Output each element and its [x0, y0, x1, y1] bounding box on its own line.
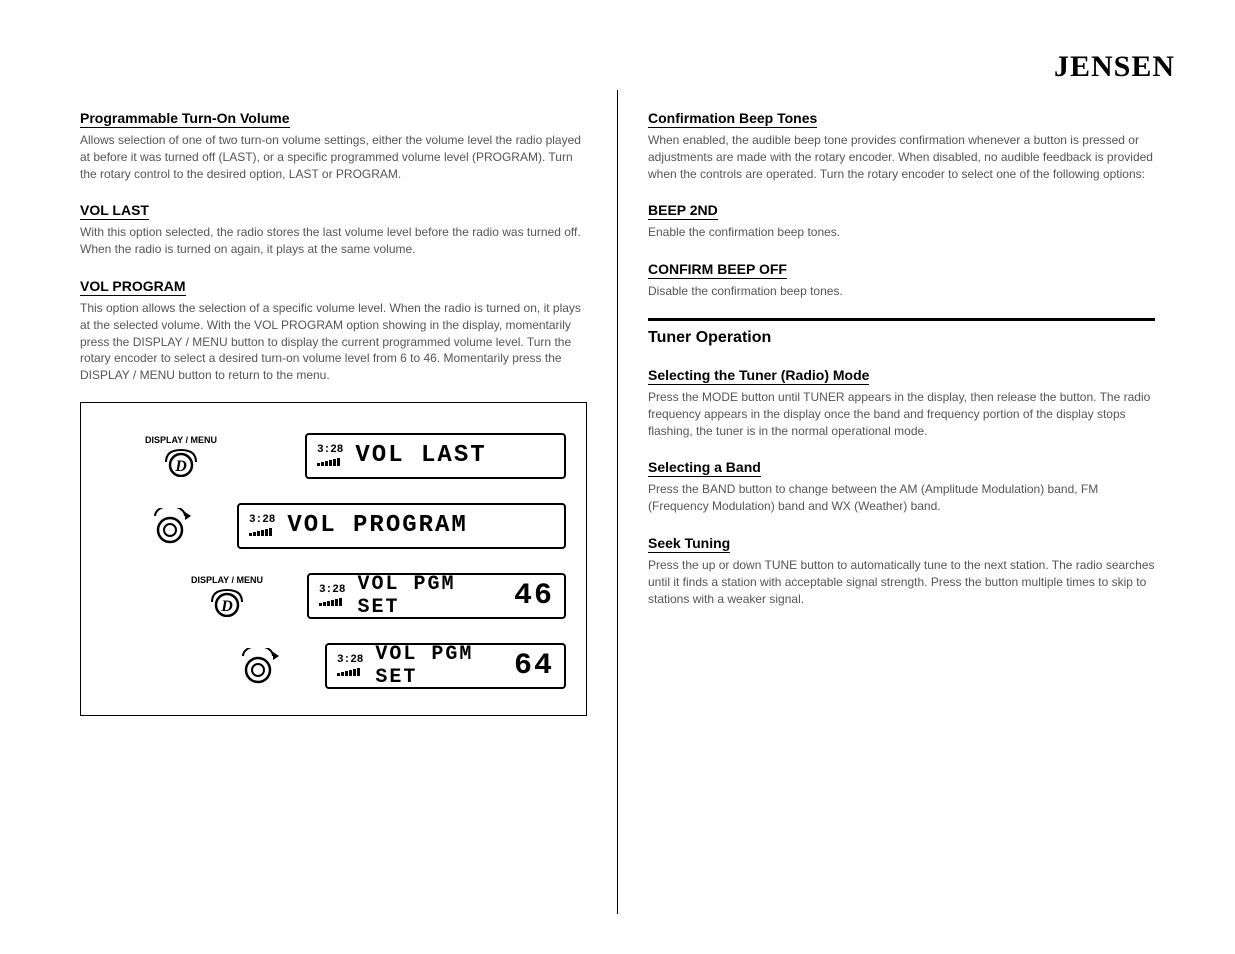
heading-seek-text: Seek Tuning — [648, 535, 730, 553]
arrow-icon — [283, 665, 323, 667]
heading-band: Selecting a Band — [648, 459, 1155, 477]
heading-select-tuner-text: Selecting the Tuner (Radio) Mode — [648, 367, 869, 385]
heading-beep-off: CONFIRM BEEP OFF — [648, 261, 1155, 279]
rotary-knob-icon — [147, 508, 193, 544]
body-beep: When enabled, the audible beep tone prov… — [648, 132, 1155, 182]
body-select-tuner: Press the MODE button until TUNER appear… — [648, 389, 1155, 439]
step-knob-2 — [235, 648, 281, 684]
signal-bars-icon — [337, 668, 360, 676]
brand-logo: JENSEN — [1054, 50, 1175, 84]
heading-beep-text: Confirmation Beep Tones — [648, 110, 817, 128]
heading-turn-on-volume: Programmable Turn-On Volume — [80, 110, 587, 128]
body-beep-off: Disable the confirmation beep tones. — [648, 283, 1155, 300]
d-button-icon: D — [160, 447, 202, 477]
heading-vol-program: VOL PROGRAM — [80, 278, 587, 296]
lcd-display-1: 3:28 VOL LAST — [305, 433, 566, 479]
heading-turn-on-volume-text: Programmable Turn-On Volume — [80, 110, 290, 128]
heading-vol-program-text: VOL PROGRAM — [80, 278, 186, 296]
illus-row-2: 3:28 VOL PROGRAM — [147, 503, 566, 549]
step-button-1: DISPLAY / MENU D — [101, 435, 261, 477]
body-band: Press the BAND button to change between … — [648, 481, 1155, 515]
heading-vol-last-text: VOL LAST — [80, 202, 149, 220]
lcd-text-2: VOL PROGRAM — [287, 512, 467, 539]
lcd-display-4: 3:28 VOL PGM SET 64 — [325, 643, 566, 689]
lcd-text-3a: VOL PGM SET — [357, 573, 510, 619]
heading-band-text: Selecting a Band — [648, 459, 761, 477]
heading-beep-off-text: CONFIRM BEEP OFF — [648, 261, 787, 279]
right-column: Confirmation Beep Tones When enabled, th… — [618, 90, 1185, 914]
d-button-icon: D — [206, 587, 248, 617]
lcd-clock-text-3: 3:28 — [319, 585, 345, 596]
lcd-display-3: 3:28 VOL PGM SET 46 — [307, 573, 566, 619]
lcd-clock-3: 3:28 — [319, 585, 345, 606]
lcd-clock-1: 3:28 — [317, 445, 343, 466]
display-menu-label-1: DISPLAY / MENU — [145, 435, 217, 445]
illus-row-1: DISPLAY / MENU D 3:28 VOL — [101, 433, 566, 479]
lcd-text-4a: VOL PGM SET — [375, 643, 510, 689]
heading-beep-on-text: BEEP 2ND — [648, 202, 718, 220]
lcd-clock-text-2: 3:28 — [249, 515, 275, 526]
body-vol-program: This option allows the selection of a sp… — [80, 300, 587, 384]
lcd-text-1: VOL LAST — [355, 442, 486, 469]
left-column: Programmable Turn-On Volume Allows selec… — [50, 90, 617, 914]
signal-bars-icon — [317, 458, 340, 466]
heading-select-tuner: Selecting the Tuner (Radio) Mode — [648, 367, 1155, 385]
body-beep-on: Enable the confirmation beep tones. — [648, 224, 1155, 241]
heading-vol-last: VOL LAST — [80, 202, 587, 220]
illustration-box: DISPLAY / MENU D 3:28 VOL — [80, 402, 587, 716]
illus-row-4: 3:28 VOL PGM SET 64 — [235, 643, 566, 689]
body-seek: Press the up or down TUNE button to auto… — [648, 557, 1155, 607]
signal-bars-icon — [319, 598, 342, 606]
step-button-2: DISPLAY / MENU D — [191, 575, 263, 617]
body-turn-on-volume: Allows selection of one of two turn-on v… — [80, 132, 587, 182]
illus-row-3: DISPLAY / MENU D 3:28 VOL — [191, 573, 566, 619]
lcd-clock-text-4: 3:28 — [337, 655, 363, 666]
heading-beep-on: BEEP 2ND — [648, 202, 1155, 220]
heading-seek: Seek Tuning — [648, 535, 1155, 553]
heading-tuner-operation: Tuner Operation — [648, 329, 1155, 347]
page-content: Programmable Turn-On Volume Allows selec… — [50, 90, 1185, 914]
arrow-icon — [195, 525, 235, 527]
lcd-clock-text-1: 3:28 — [317, 445, 343, 456]
lcd-display-2: 3:28 VOL PROGRAM — [237, 503, 566, 549]
step-knob-1 — [147, 508, 193, 544]
section-rule — [648, 318, 1155, 321]
display-menu-label-2: DISPLAY / MENU — [191, 575, 263, 585]
lcd-clock-4: 3:28 — [337, 655, 363, 676]
rotary-knob-icon — [235, 648, 281, 684]
svg-text:D: D — [174, 458, 187, 475]
lcd-text-3b: 46 — [514, 579, 554, 613]
signal-bars-icon — [249, 528, 272, 536]
arrow-icon — [263, 455, 303, 457]
lcd-text-4b: 64 — [514, 649, 554, 683]
lcd-clock-2: 3:28 — [249, 515, 275, 536]
body-vol-last: With this option selected, the radio sto… — [80, 224, 587, 258]
svg-text:D: D — [220, 598, 233, 615]
heading-beep: Confirmation Beep Tones — [648, 110, 1155, 128]
arrow-icon — [265, 595, 305, 597]
